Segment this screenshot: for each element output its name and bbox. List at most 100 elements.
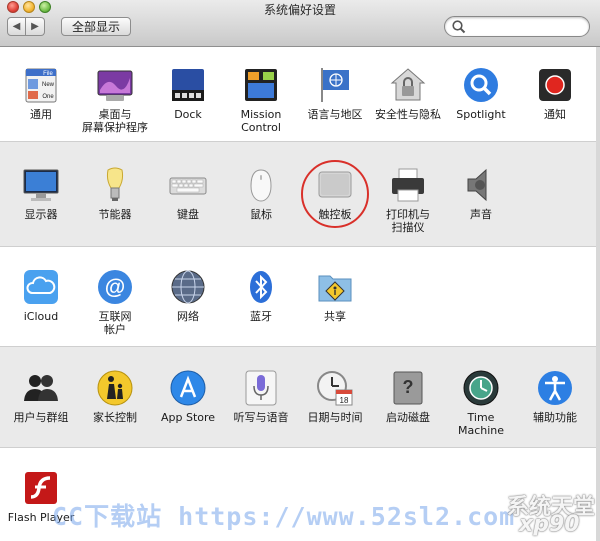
pane-language-region[interactable]: 语言与地区 [298,66,372,121]
pane-label: 声音 [470,208,492,221]
section-personal: File New One 通用 桌面与 屏幕保护程序 Dock Mission … [0,47,600,142]
pane-startup-disk[interactable]: ? 启动磁盘 [371,369,445,424]
time-machine-icon [463,370,499,406]
displays-icon [23,169,59,201]
search-icon [452,20,466,34]
users-groups-icon [24,375,58,401]
printers-scanners-icon [392,168,424,202]
pane-desktop-screensaver[interactable]: 桌面与 屏幕保护程序 [78,66,152,134]
pane-label: 通用 [30,108,52,121]
pane-displays[interactable]: 显示器 [4,166,78,221]
pane-app-store[interactable]: App Store [151,369,225,424]
pane-mission-control[interactable]: Mission Control [224,66,298,134]
desktop-screensaver-icon [97,70,133,101]
app-store-icon [170,370,206,406]
mission-control-icon [245,69,277,101]
pane-label: 语言与地区 [307,108,363,121]
pane-label: Mission Control [240,108,282,134]
forward-button[interactable]: ▶ [26,17,45,36]
pane-label: 鼠标 [250,208,272,221]
sharing-icon [318,275,352,302]
dictation-speech-icon [245,370,277,406]
date-time-icon: 18 [317,371,353,406]
language-region-icon [321,68,349,102]
pane-sound[interactable]: 声音 [444,166,518,221]
energy-saver-icon [106,167,124,201]
section-internet: iCloud @ 互联网 帐户 网络 蓝牙 共享 [0,247,600,347]
title-bar: 系统偏好设置 ◀ ▶ 全部显示 [0,0,600,47]
sound-icon [467,168,487,202]
pane-bluetooth[interactable]: 蓝牙 [224,268,298,323]
pane-label: Spotlight [456,108,506,121]
bluetooth-icon [250,271,272,303]
pane-general[interactable]: File New One 通用 [4,66,78,121]
pane-label: 用户与群组 [13,411,69,424]
calendar-day-text: 18 [340,396,349,405]
pane-parental-controls[interactable]: 家长控制 [78,369,152,424]
pane-label: Dock [174,108,202,121]
pane-time-machine[interactable]: Time Machine [444,369,518,437]
pane-energy-saver[interactable]: 节能器 [78,166,152,221]
section-system: 用户与群组 家长控制 App Store 听写与语音 18 日期与时间 ? 启动… [0,347,600,448]
pane-label: 蓝牙 [250,310,272,323]
pane-icloud[interactable]: iCloud [4,268,78,323]
pane-label: 共享 [324,310,346,323]
pane-network[interactable]: 网络 [151,268,225,323]
pane-label: 日期与时间 [307,411,363,424]
pane-dock[interactable]: Dock [151,66,225,121]
pane-keyboard[interactable]: 键盘 [151,166,225,221]
show-all-button[interactable]: 全部显示 [61,17,131,36]
pane-notifications[interactable]: 通知 [518,66,592,121]
accessibility-icon [538,371,572,405]
pane-label: 安全性与隐私 [375,108,441,121]
startup-disk-icon: ? [393,371,423,405]
pane-label: App Store [160,411,216,424]
pane-label: 通知 [544,108,566,121]
pane-spotlight[interactable]: Spotlight [444,66,518,121]
pane-accessibility[interactable]: 辅助功能 [518,369,592,424]
spotlight-icon [464,68,498,102]
pane-date-time[interactable]: 18 日期与时间 [298,369,372,424]
pane-label: 桌面与 屏幕保护程序 [82,108,148,134]
mouse-icon [250,169,272,202]
internet-accounts-icon: @ [98,270,132,304]
trackpad-highlight-circle [301,160,369,228]
pane-label: iCloud [23,310,59,323]
pane-internet-accounts[interactable]: @ 互联网 帐户 [78,268,152,336]
watermark-url-text: CC下载站 https://www.52sl2.com [52,502,516,531]
security-privacy-icon [390,68,426,101]
pane-label: 辅助功能 [533,411,577,424]
back-arrow-icon: ◀ [12,20,21,32]
general-icon-file-text: File [43,71,53,77]
svg-text:@: @ [105,276,125,299]
back-button[interactable]: ◀ [7,17,26,36]
pane-label: 启动磁盘 [386,411,430,424]
pane-label: 听写与语音 [233,411,289,424]
dock-icon [172,69,204,101]
pane-printers-scanners[interactable]: 打印机与 扫描仪 [371,166,445,234]
pane-label: 打印机与 扫描仪 [386,208,430,234]
network-icon [171,270,205,304]
keyboard-icon [169,177,207,195]
svg-text:?: ? [403,377,414,397]
pane-label: 节能器 [98,208,132,221]
watermark-site-sub: xp90 [519,512,580,537]
general-icon-one-text: One [42,94,54,100]
window-edge [596,47,600,541]
parental-controls-icon [97,370,133,406]
general-icon-new-text: New [42,82,55,88]
pane-security-privacy[interactable]: 安全性与隐私 [371,66,445,121]
pane-mouse[interactable]: 鼠标 [224,166,298,221]
general-icon: File New One [25,68,57,103]
pane-label: 互联网 帐户 [98,310,132,336]
system-preferences-window: 系统偏好设置 ◀ ▶ 全部显示 File New One 通用 桌面与 屏幕保护… [0,0,600,541]
pane-users-groups[interactable]: 用户与群组 [4,369,78,424]
forward-arrow-icon: ▶ [31,20,39,32]
pane-label: 家长控制 [93,411,137,424]
pane-dictation-speech[interactable]: 听写与语音 [224,369,298,424]
notifications-icon [539,69,571,101]
pane-label: 网络 [177,310,199,323]
pane-label: Time Machine [457,411,505,437]
pane-label: 显示器 [24,208,58,221]
pane-sharing[interactable]: 共享 [298,268,372,323]
